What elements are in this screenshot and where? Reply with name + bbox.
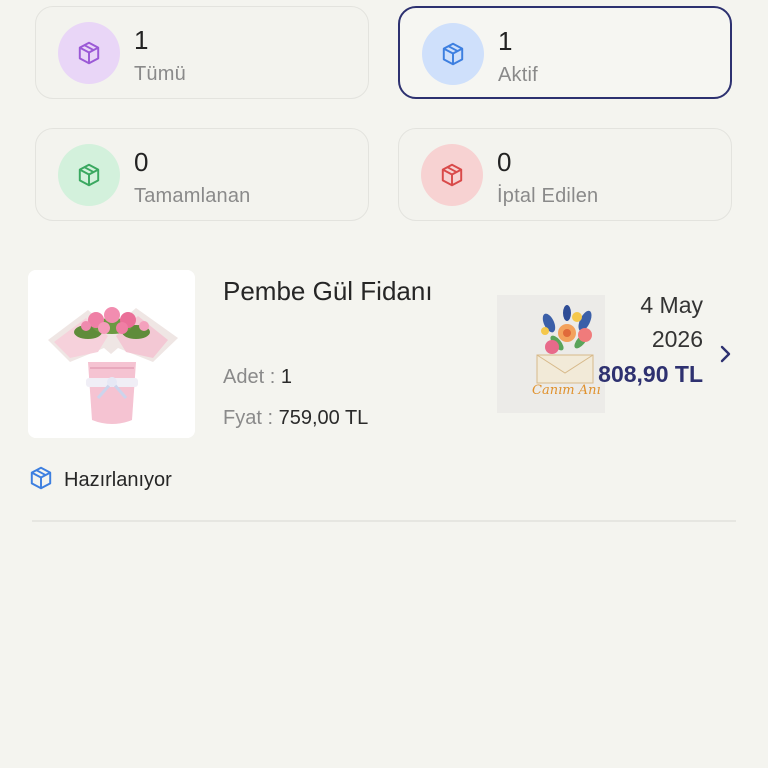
filter-card-completed[interactable]: 0 Tamamlanan	[35, 128, 369, 221]
order-total: 808,90 TL	[598, 361, 703, 387]
order-status: Hazırlanıyor	[28, 465, 172, 496]
box-icon	[58, 22, 120, 84]
filter-count: 1	[498, 26, 513, 56]
gift-card-image: Canım Anı	[497, 295, 605, 413]
gift-card-text: Canım Anı	[532, 383, 601, 398]
price-value: 759,00 TL	[278, 407, 369, 429]
filter-card-active[interactable]: 1 Aktif	[398, 6, 732, 99]
filter-label: Aktif	[498, 64, 538, 86]
order-list-item[interactable]: Pembe Gül Fidanı Adet : 1 Fyat : 759,00 …	[0, 262, 768, 522]
box-icon	[422, 23, 484, 85]
box-icon	[28, 465, 54, 496]
filter-label: Tümü	[134, 63, 186, 85]
filter-label: Tamamlanan	[134, 185, 251, 207]
filter-card-cancelled[interactable]: 0 İptal Edilen	[398, 128, 732, 221]
price-label: Fyat :	[223, 407, 279, 429]
filter-card-all[interactable]: 1 Tümü	[35, 6, 369, 99]
product-name: Pembe Gül Fidanı	[223, 276, 433, 306]
box-icon	[58, 144, 120, 206]
filter-count: 0	[134, 147, 149, 177]
filter-count: 0	[497, 147, 512, 177]
status-text: Hazırlanıyor	[64, 469, 172, 491]
quantity-row: Adet : 1	[223, 366, 292, 389]
chevron-right-icon[interactable]	[716, 342, 736, 366]
divider	[32, 520, 736, 522]
order-date: 4 May 2026	[640, 292, 703, 352]
filter-count: 1	[134, 25, 149, 55]
quantity-value: 1	[280, 366, 292, 388]
filter-label: İptal Edilen	[497, 185, 599, 207]
quantity-label: Adet :	[223, 366, 281, 388]
price-row: Fyat : 759,00 TL	[223, 407, 368, 430]
product-image	[28, 270, 195, 438]
box-icon	[421, 144, 483, 206]
